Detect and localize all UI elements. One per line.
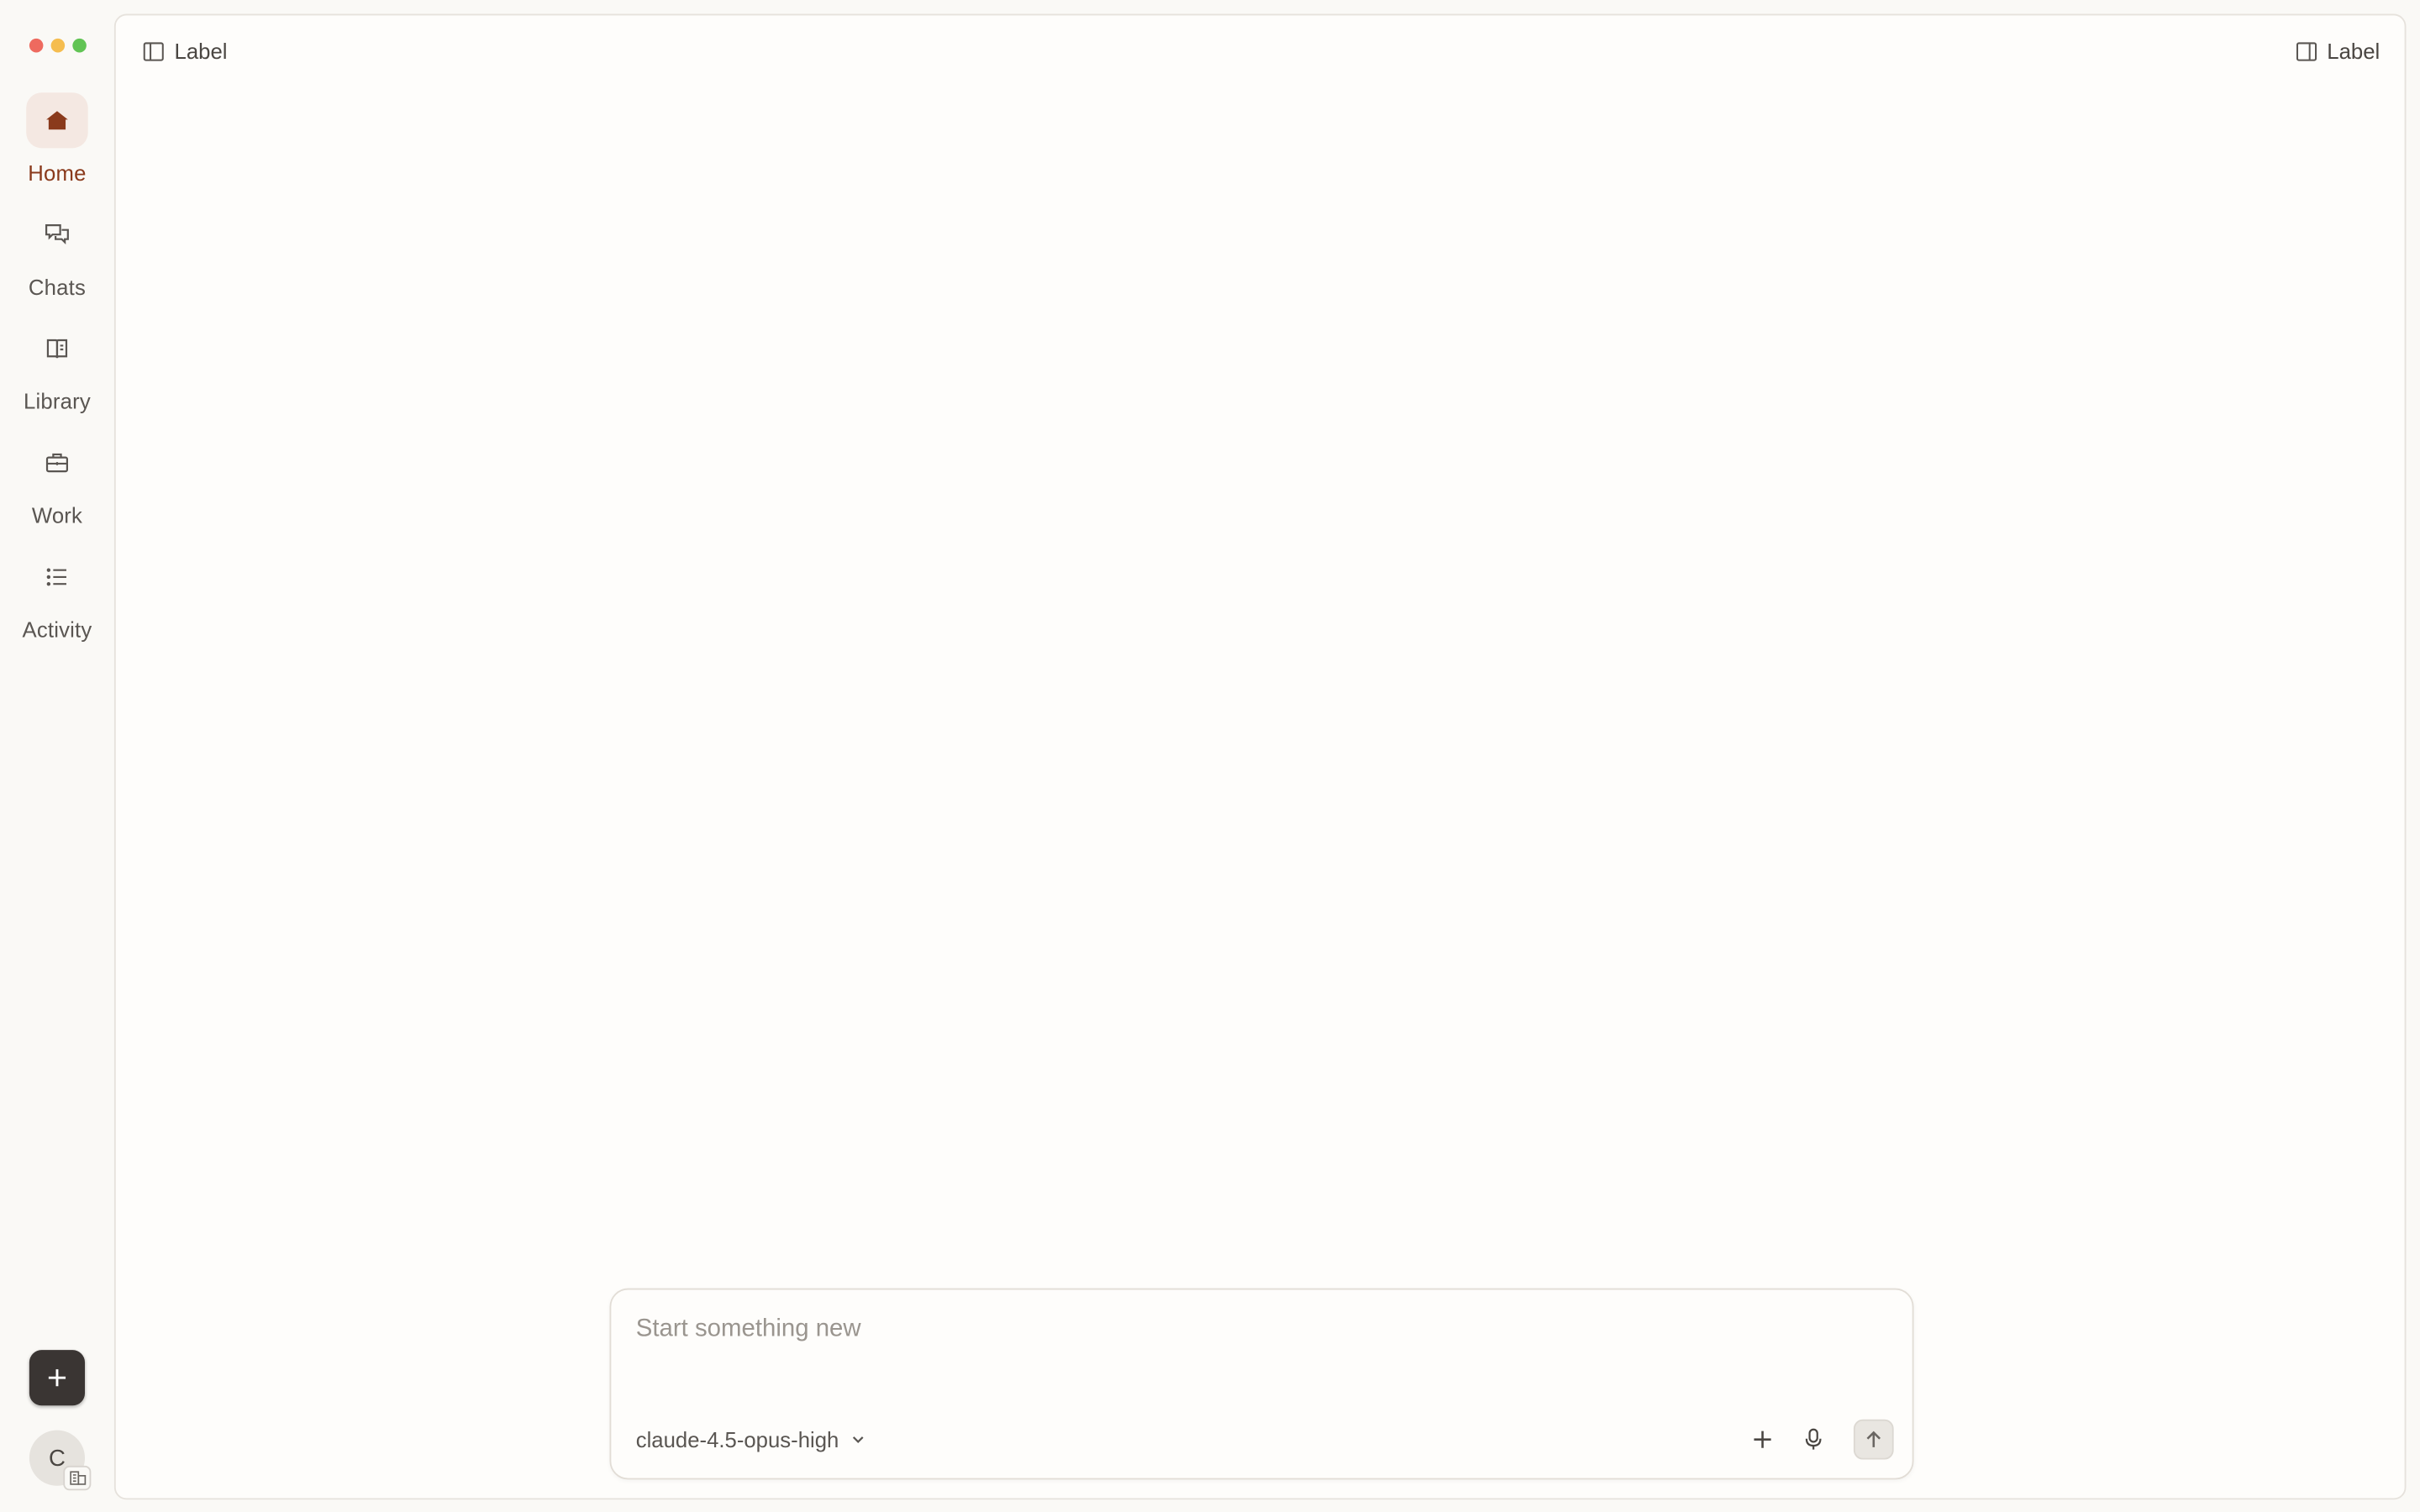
sidebar-item-library[interactable]: Library <box>0 321 114 423</box>
main-panel: Label Label claude-4.5-opus-high <box>113 13 2407 1500</box>
plus-icon <box>1754 1431 1771 1448</box>
sidebar-item-activity[interactable]: Activity <box>0 549 114 651</box>
sidebar-item-label: Activity <box>22 617 92 643</box>
sidebar-item-label: Library <box>24 388 91 414</box>
send-button[interactable] <box>1853 1419 1894 1460</box>
new-item-button[interactable] <box>29 1350 86 1406</box>
activity-icon <box>26 549 87 605</box>
toggle-right-sidebar-button[interactable]: Label <box>2295 34 2381 67</box>
sidebar-item-label: Work <box>31 502 83 528</box>
add-attachment-button[interactable] <box>1743 1420 1783 1460</box>
toggle-left-sidebar-button[interactable]: Label <box>142 34 228 67</box>
prompt-input[interactable] <box>635 1311 1886 1349</box>
arrow-up-icon <box>1866 1431 1881 1447</box>
sidebar-item-label: Home <box>28 160 87 186</box>
chevron-down-icon <box>852 1436 863 1443</box>
plus-icon <box>48 1369 66 1387</box>
sidebar-right-icon <box>2296 41 2317 60</box>
minimize-window-button[interactable] <box>50 38 66 53</box>
message-composer: claude-4.5-opus-high <box>609 1288 1914 1480</box>
close-window-button[interactable] <box>29 38 44 53</box>
sidebar-item-label: Chats <box>28 274 86 300</box>
sidebar-item-chats[interactable]: Chats <box>0 207 114 308</box>
org-badge-icon <box>63 1465 92 1491</box>
toggle-right-label: Label <box>2327 38 2381 64</box>
window-controls <box>29 38 87 53</box>
voice-input-button[interactable] <box>1793 1420 1833 1460</box>
toggle-left-label: Label <box>174 38 228 64</box>
model-selector[interactable]: claude-4.5-opus-high <box>636 1424 865 1455</box>
chats-icon <box>26 207 87 262</box>
work-icon <box>26 435 87 491</box>
sidebar-item-work[interactable]: Work <box>0 435 114 537</box>
library-icon <box>26 321 87 376</box>
model-name: claude-4.5-opus-high <box>635 1426 839 1452</box>
avatar-initial: C <box>49 1445 66 1472</box>
zoom-window-button[interactable] <box>72 38 87 53</box>
app-window: Home Chats Library Work Activity C Label… <box>0 0 2420 1512</box>
sidebar-item-home[interactable]: Home <box>0 92 114 194</box>
microphone-icon <box>1805 1428 1822 1450</box>
sidebar-left-icon <box>143 41 164 60</box>
home-icon <box>26 92 88 149</box>
